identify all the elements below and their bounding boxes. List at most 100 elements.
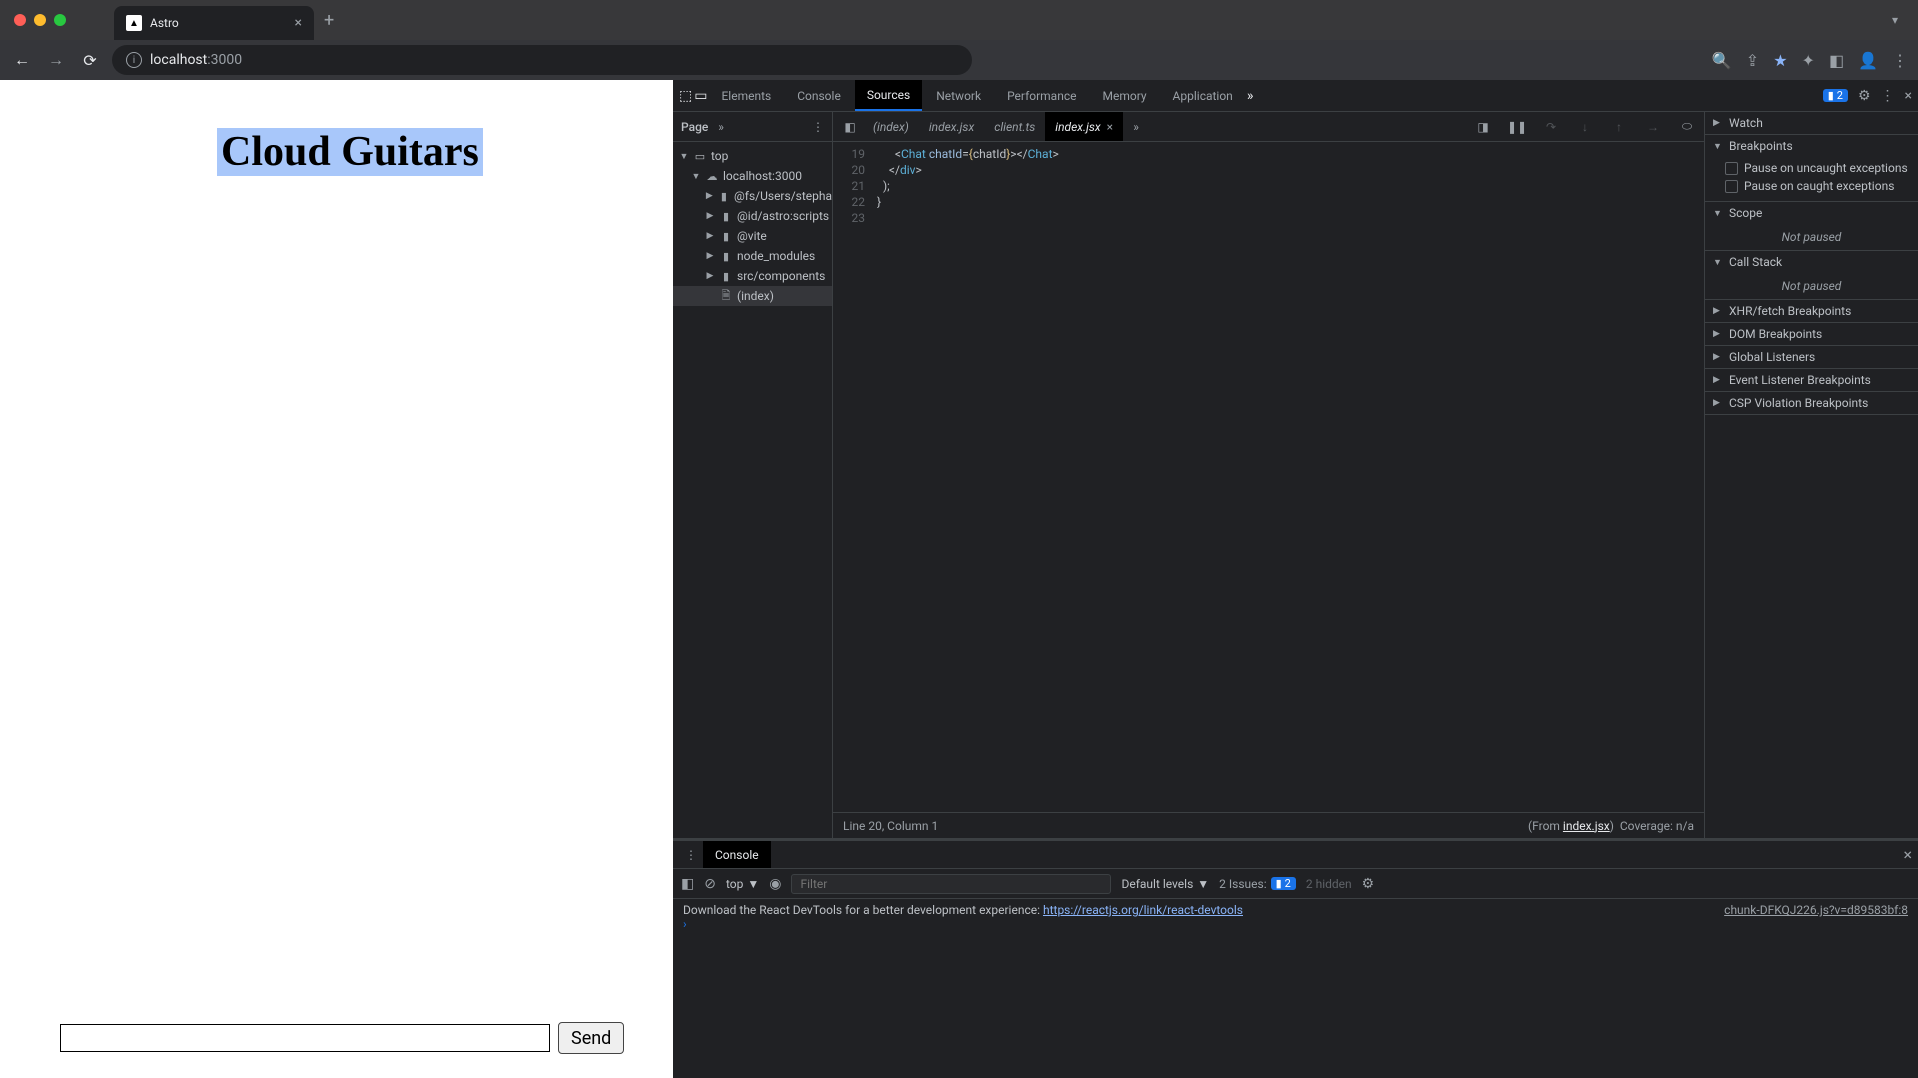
tab-memory[interactable]: Memory xyxy=(1090,80,1158,111)
new-tab-button[interactable]: + xyxy=(324,10,334,31)
cursor-position: Line 20, Column 1 xyxy=(843,819,938,833)
devtools-panel: ⬚ ▭ Elements Console Sources Network Per… xyxy=(673,80,1918,1078)
close-drawer-icon[interactable]: × xyxy=(1903,845,1912,864)
editor-tab-active[interactable]: index.jsx× xyxy=(1045,112,1123,141)
search-icon[interactable]: 🔍 xyxy=(1712,51,1732,70)
browser-tab[interactable]: ▲ Astro × xyxy=(114,6,314,40)
call-stack-section[interactable]: ▼Call Stack xyxy=(1705,251,1918,273)
console-settings-icon[interactable]: ⚙ xyxy=(1362,876,1375,892)
maximize-window-button[interactable] xyxy=(54,14,66,26)
step-into-icon[interactable]: ↓ xyxy=(1572,120,1598,134)
reload-button[interactable]: ⟳ xyxy=(78,48,102,72)
tab-sources[interactable]: Sources xyxy=(855,80,922,111)
file-tree-host[interactable]: ▼☁localhost:3000 xyxy=(673,166,832,186)
step-icon[interactable]: → xyxy=(1640,120,1666,134)
side-panel-icon[interactable]: ◧ xyxy=(1829,51,1844,70)
inspect-icon[interactable]: ⬚ xyxy=(679,88,692,104)
kebab-menu-icon[interactable]: ⋮ xyxy=(1881,88,1895,104)
close-devtools-icon[interactable]: × xyxy=(1905,88,1912,104)
code-editor[interactable]: 19 20 21 22 23 <Chat chatId={chatId}></C… xyxy=(833,142,1704,812)
url-port: :3000 xyxy=(207,52,242,68)
editor-tab[interactable]: index.jsx xyxy=(919,112,984,141)
more-subtabs-icon[interactable]: » xyxy=(718,120,724,134)
profile-icon[interactable]: 👤 xyxy=(1858,51,1878,70)
coverage-label: Coverage: n/a xyxy=(1620,819,1694,833)
breakpoints-section[interactable]: ▼Breakpoints xyxy=(1705,135,1918,157)
editor-tab[interactable]: client.ts xyxy=(984,112,1045,141)
more-editor-tabs-icon[interactable]: » xyxy=(1123,120,1149,134)
drawer-menu-icon[interactable]: ⋮ xyxy=(679,848,703,862)
tab-network[interactable]: Network xyxy=(924,80,993,111)
console-drawer-tab[interactable]: Console xyxy=(703,841,771,868)
log-levels-selector[interactable]: Default levels ▼ xyxy=(1121,877,1209,891)
tab-console[interactable]: Console xyxy=(785,80,853,111)
xhr-section[interactable]: ▶XHR/fetch Breakpoints xyxy=(1705,300,1918,322)
share-icon[interactable]: ⇪ xyxy=(1746,51,1759,70)
chat-input[interactable] xyxy=(60,1024,550,1052)
clear-console-icon[interactable]: ⊘ xyxy=(704,876,716,892)
file-tree-top[interactable]: ▼▭top xyxy=(673,146,832,166)
forward-button[interactable]: → xyxy=(44,48,68,72)
hidden-count[interactable]: 2 hidden xyxy=(1306,877,1352,891)
console-output[interactable]: chunk-DFKQJ226.js?v=d89583bf:8 Download … xyxy=(673,899,1918,1078)
file-tree-folder[interactable]: ▶▮src/components xyxy=(673,266,832,286)
site-info-icon[interactable]: i xyxy=(126,52,142,68)
tab-title: Astro xyxy=(150,16,179,30)
console-sidebar-icon[interactable]: ◧ xyxy=(681,876,694,892)
editor-pane: ◧ (index) index.jsx client.ts index.jsx×… xyxy=(833,112,1704,838)
scope-section[interactable]: ▼Scope xyxy=(1705,202,1918,224)
step-over-icon[interactable]: ↷ xyxy=(1538,120,1564,134)
back-button[interactable]: ← xyxy=(10,48,34,72)
device-toggle-icon[interactable]: ▭ xyxy=(694,88,707,104)
csp-section[interactable]: ▶CSP Violation Breakpoints xyxy=(1705,392,1918,414)
navigator-menu-icon[interactable]: ⋮ xyxy=(812,120,824,134)
event-listener-section[interactable]: ▶Event Listener Breakpoints xyxy=(1705,369,1918,391)
debugger-sidebar: ▶Watch ▼Breakpoints Pause on uncaught ex… xyxy=(1704,112,1918,838)
log-link[interactable]: https://reactjs.org/link/react-devtools xyxy=(1043,903,1243,917)
settings-icon[interactable]: ⚙ xyxy=(1858,88,1871,104)
send-button[interactable]: Send xyxy=(558,1022,624,1054)
editor-status-bar: Line 20, Column 1 (From index.jsx) Cover… xyxy=(833,812,1704,838)
extensions-icon[interactable]: ✦ xyxy=(1802,51,1815,70)
tab-elements[interactable]: Elements xyxy=(709,80,783,111)
dom-bp-section[interactable]: ▶DOM Breakpoints xyxy=(1705,323,1918,345)
file-tree-folder[interactable]: ▶▮@vite xyxy=(673,226,832,246)
tab-dropdown-icon[interactable]: ▾ xyxy=(1892,13,1904,27)
from-file-link[interactable]: index.jsx xyxy=(1563,819,1610,833)
menu-icon[interactable]: ⋮ xyxy=(1892,51,1908,70)
deactivate-breakpoints-icon[interactable]: ⬭ xyxy=(1674,119,1700,134)
address-bar[interactable]: i localhost:3000 xyxy=(112,45,972,75)
file-tree-folder[interactable]: ▶▮@fs/Users/stepha xyxy=(673,186,832,206)
close-window-button[interactable] xyxy=(14,14,26,26)
step-out-icon[interactable]: ↑ xyxy=(1606,120,1632,134)
issues-badge[interactable]: ▮ 2 xyxy=(1823,89,1848,102)
minimize-window-button[interactable] xyxy=(34,14,46,26)
file-tree-folder[interactable]: ▶▮node_modules xyxy=(673,246,832,266)
page-heading[interactable]: Cloud Guitars xyxy=(217,128,483,176)
console-context-selector[interactable]: top ▼ xyxy=(726,877,759,891)
tab-performance[interactable]: Performance xyxy=(995,80,1088,111)
console-filter-input[interactable] xyxy=(791,874,1111,894)
gutter: 19 20 21 22 23 xyxy=(833,142,873,812)
console-issues[interactable]: 2 Issues: ▮ 2 xyxy=(1219,877,1296,891)
file-tree-folder[interactable]: ▶▮@id/astro:scripts xyxy=(673,206,832,226)
log-source-link[interactable]: chunk-DFKQJ226.js?v=d89583bf:8 xyxy=(1724,903,1908,917)
close-tab-button[interactable]: × xyxy=(295,15,302,31)
close-editor-tab-icon[interactable]: × xyxy=(1107,120,1113,134)
pause-uncaught-checkbox[interactable]: Pause on uncaught exceptions xyxy=(1725,159,1910,177)
toggle-navigator-icon[interactable]: ◧ xyxy=(837,120,863,134)
watch-section[interactable]: ▶Watch xyxy=(1705,112,1918,134)
pause-caught-checkbox[interactable]: Pause on caught exceptions xyxy=(1725,177,1910,195)
editor-tab[interactable]: (index) xyxy=(863,112,919,141)
console-drawer: ⋮ Console × ◧ ⊘ top ▼ ◉ Default levels ▼… xyxy=(673,838,1918,1078)
tab-application[interactable]: Application xyxy=(1161,80,1245,111)
page-subtab[interactable]: Page xyxy=(681,120,708,134)
window-titlebar: ▲ Astro × + ▾ xyxy=(0,0,1918,40)
more-tabs-icon[interactable]: » xyxy=(1247,88,1254,104)
global-listeners-section[interactable]: ▶Global Listeners xyxy=(1705,346,1918,368)
toggle-debugger-icon[interactable]: ◨ xyxy=(1470,120,1496,134)
file-tree-file[interactable]: 🗎(index) xyxy=(673,286,832,306)
bookmark-star-icon[interactable]: ★ xyxy=(1773,51,1787,70)
live-expression-icon[interactable]: ◉ xyxy=(769,876,781,892)
pause-icon[interactable]: ❚❚ xyxy=(1504,120,1530,134)
